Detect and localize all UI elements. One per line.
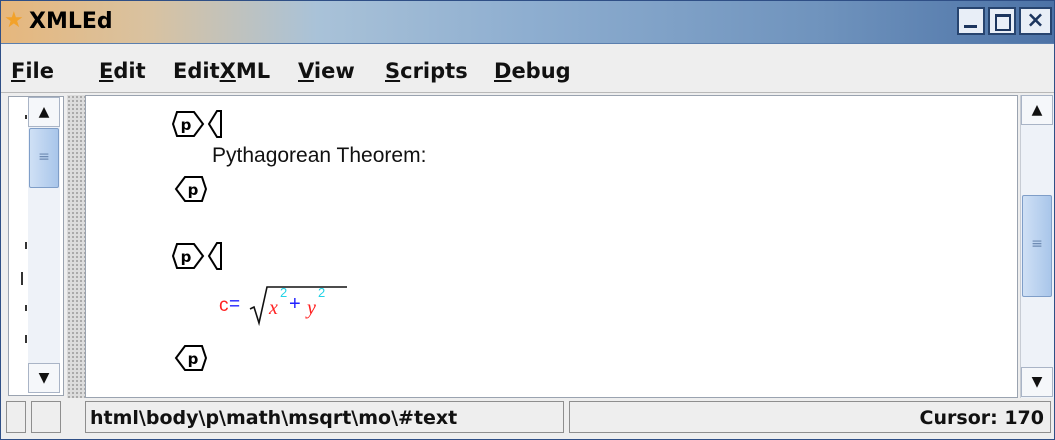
p-close-tag[interactable]: p (172, 174, 207, 204)
arrow-down-icon: ▼ (1031, 374, 1043, 390)
math-exponent: 2 (318, 285, 326, 300)
math-plus: + (289, 293, 301, 315)
tree-scroll-down-button[interactable]: ▼ (28, 363, 60, 393)
window-title: XMLEd (29, 9, 113, 34)
element-path-panel: html\body\p\math\msqrt\mo\#text (85, 401, 564, 433)
menu-scripts[interactable]: Scripts (385, 58, 468, 84)
editor-scroll-thumb[interactable]: ≡ (1022, 195, 1052, 297)
arrow-up-icon: ▲ (38, 104, 50, 120)
arrow-up-icon: ▲ (1031, 102, 1043, 118)
p-open-tag[interactable]: p (172, 109, 207, 139)
maximize-icon (995, 14, 1011, 31)
element-path: html\body\p\math\msqrt\mo\#text (90, 407, 458, 429)
minimize-icon (964, 25, 977, 28)
cursor-panel: Cursor: 170 (569, 401, 1051, 433)
cursor-position: Cursor: 170 (919, 407, 1044, 429)
menu-edit[interactable]: Edit (99, 58, 146, 84)
menu-editxml[interactable]: EditXML (173, 58, 270, 84)
maximize-button[interactable] (988, 7, 1016, 35)
close-button[interactable]: × (1019, 7, 1052, 35)
menu-debug[interactable]: Debug (494, 58, 571, 84)
title-bar[interactable]: ★ XMLEd × (1, 1, 1054, 44)
pane-splitter[interactable] (67, 95, 85, 437)
math-exponent: 2 (280, 285, 288, 300)
tree-lines (21, 115, 27, 343)
p-open-tag[interactable]: p (172, 241, 207, 271)
document-editor[interactable]: p Pythagorean Theorem: p p c = x 2 + y 2… (85, 95, 1018, 398)
content-start-marker (207, 110, 222, 138)
close-icon: × (1026, 8, 1045, 33)
menu-view[interactable]: View (298, 58, 355, 84)
status-cell-blank (31, 401, 61, 433)
tag-label: p (188, 350, 199, 368)
grip-icon: ≡ (1031, 236, 1043, 252)
math-y: y (307, 297, 316, 319)
math-equals: = (229, 294, 241, 315)
arrow-down-icon: ▼ (38, 370, 50, 386)
math-x: x (269, 297, 278, 319)
minimize-button[interactable] (957, 7, 985, 35)
tree-scroll-thumb[interactable]: ≡ (29, 128, 59, 188)
star-icon: ★ (4, 8, 24, 33)
tag-label: p (188, 181, 199, 199)
grip-icon: ≡ (38, 149, 50, 165)
editor-scroll-up-button[interactable]: ▲ (1021, 95, 1053, 125)
status-bar: html\body\p\math\msqrt\mo\#text Cursor: … (1, 398, 1054, 439)
math-c: c (219, 295, 229, 316)
paragraph-text[interactable]: Pythagorean Theorem: (212, 144, 426, 168)
tag-label: p (181, 116, 192, 134)
p-close-tag[interactable]: p (172, 343, 207, 373)
menu-bar: File Edit EditXML View Scripts Debug (1, 44, 1054, 93)
tag-label: p (181, 248, 192, 266)
editor-scroll-down-button[interactable]: ▼ (1021, 367, 1053, 397)
editor-scrollbar[interactable]: ▲ ≡ ▼ (1020, 95, 1054, 398)
tree-scroll-up-button[interactable]: ▲ (28, 97, 60, 127)
app-window: ★ XMLEd × File Edit EditXML View Scripts… (0, 0, 1055, 440)
menu-file[interactable]: File (11, 58, 54, 84)
content-start-marker (207, 242, 222, 270)
math-formula[interactable]: c = x 2 + y 2 (219, 281, 359, 331)
status-cell-blank (6, 401, 26, 433)
tree-scrollbar[interactable]: ▲ ≡ ▼ (28, 97, 60, 393)
